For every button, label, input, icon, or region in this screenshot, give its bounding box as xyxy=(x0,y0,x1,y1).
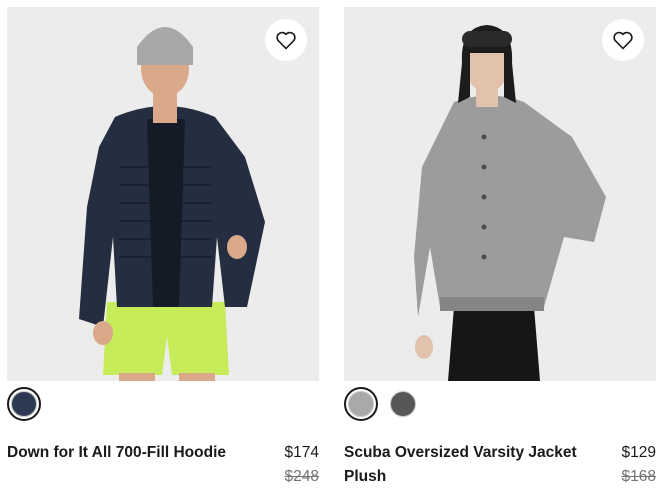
original-price: $168 xyxy=(621,468,656,485)
product-card[interactable]: Scuba Oversized Varsity Jacket Plush $12… xyxy=(344,0,656,489)
price-block: $129 $168 xyxy=(622,441,656,489)
heart-icon xyxy=(613,31,633,50)
favorite-button[interactable] xyxy=(265,19,307,61)
swatch-color xyxy=(390,391,416,417)
product-image[interactable] xyxy=(7,7,319,381)
heart-icon xyxy=(276,31,296,50)
original-price: $248 xyxy=(284,468,319,485)
color-swatch-heathered-grey[interactable] xyxy=(344,387,378,421)
product-info: Down for It All 700-Fill Hoodie $174 $24… xyxy=(7,441,319,489)
color-swatch-navy[interactable] xyxy=(7,387,41,421)
sale-price: $174 xyxy=(284,444,319,461)
swatch-color xyxy=(348,391,374,417)
product-name[interactable]: Down for It All 700-Fill Hoodie xyxy=(7,441,226,465)
price-block: $174 $248 xyxy=(285,441,319,489)
product-photo-varsity-jacket xyxy=(344,7,656,381)
swatch-color xyxy=(11,391,37,417)
product-name[interactable]: Scuba Oversized Varsity Jacket Plush xyxy=(344,441,599,489)
color-swatch-charcoal[interactable] xyxy=(386,387,420,421)
color-swatches xyxy=(7,386,319,422)
product-image[interactable] xyxy=(344,7,656,381)
sale-price: $129 xyxy=(621,444,656,461)
color-swatches xyxy=(344,386,656,422)
favorite-button[interactable] xyxy=(602,19,644,61)
product-card[interactable]: Down for It All 700-Fill Hoodie $174 $24… xyxy=(7,0,319,489)
product-info: Scuba Oversized Varsity Jacket Plush $12… xyxy=(344,441,656,489)
product-photo-hoodie xyxy=(7,7,319,381)
